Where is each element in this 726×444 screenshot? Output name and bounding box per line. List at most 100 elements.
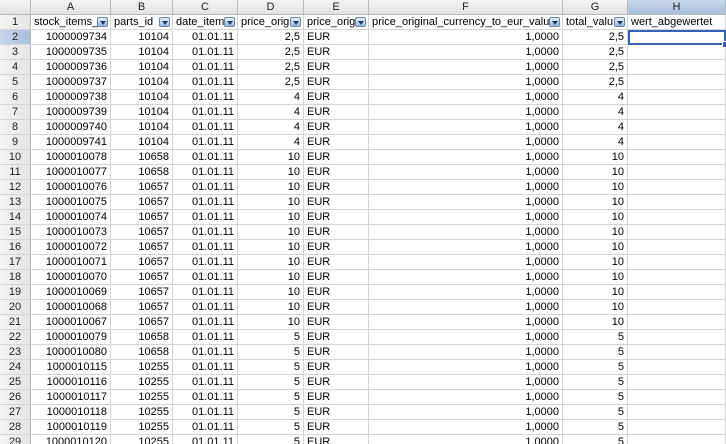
table-cell[interactable]: 01.01.11 <box>173 75 238 90</box>
table-cell[interactable]: 1,0000 <box>369 105 563 120</box>
table-cell[interactable]: 2,5 <box>238 45 304 60</box>
table-cell[interactable]: EUR <box>304 135 369 150</box>
table-cell[interactable]: 5 <box>563 405 628 420</box>
table-cell[interactable]: 1000009741 <box>31 135 111 150</box>
table-cell[interactable]: 01.01.11 <box>173 255 238 270</box>
row-number[interactable]: 17 <box>0 255 31 270</box>
fill-handle[interactable] <box>722 41 726 48</box>
table-cell[interactable]: 2,5 <box>563 60 628 75</box>
table-cell[interactable]: 5 <box>563 375 628 390</box>
table-cell[interactable]: 1000010071 <box>31 255 111 270</box>
table-cell[interactable]: 1,0000 <box>369 360 563 375</box>
table-cell[interactable]: 1000010080 <box>31 345 111 360</box>
table-cell[interactable]: 01.01.11 <box>173 180 238 195</box>
table-cell[interactable]: EUR <box>304 165 369 180</box>
table-cell[interactable] <box>628 255 726 270</box>
column-letter-f[interactable]: F <box>369 0 563 15</box>
table-cell[interactable]: EUR <box>304 420 369 435</box>
table-cell[interactable]: 1,0000 <box>369 30 563 45</box>
table-cell[interactable]: 10255 <box>111 375 173 390</box>
table-cell[interactable]: EUR <box>304 150 369 165</box>
table-cell[interactable]: 10 <box>563 315 628 330</box>
row-number[interactable]: 25 <box>0 375 31 390</box>
table-cell[interactable]: 5 <box>563 390 628 405</box>
table-cell[interactable]: EUR <box>304 225 369 240</box>
table-cell[interactable]: 1000010076 <box>31 180 111 195</box>
table-cell[interactable] <box>628 75 726 90</box>
table-cell[interactable] <box>628 270 726 285</box>
table-cell[interactable]: 10104 <box>111 45 173 60</box>
table-cell[interactable]: 01.01.11 <box>173 300 238 315</box>
table-cell[interactable]: 10 <box>238 165 304 180</box>
table-cell[interactable]: 5 <box>238 405 304 420</box>
column-letter-b[interactable]: B <box>111 0 173 15</box>
row-number[interactable]: 27 <box>0 405 31 420</box>
table-cell[interactable]: 01.01.11 <box>173 345 238 360</box>
column-header[interactable]: date_item <box>173 15 238 30</box>
table-cell[interactable]: 10 <box>563 240 628 255</box>
table-cell[interactable]: 01.01.11 <box>173 90 238 105</box>
table-cell[interactable]: 1000010077 <box>31 165 111 180</box>
table-cell[interactable] <box>628 390 726 405</box>
table-cell[interactable]: 10 <box>238 180 304 195</box>
row-number[interactable]: 28 <box>0 420 31 435</box>
table-cell[interactable]: 10657 <box>111 195 173 210</box>
table-cell[interactable]: 5 <box>238 375 304 390</box>
table-cell[interactable]: 2,5 <box>563 45 628 60</box>
row-number[interactable]: 16 <box>0 240 31 255</box>
table-cell[interactable]: 1000010068 <box>31 300 111 315</box>
column-letter-e[interactable]: E <box>304 0 369 15</box>
column-header[interactable]: total_valu <box>563 15 628 30</box>
table-cell[interactable]: 2,5 <box>563 30 628 45</box>
table-cell[interactable]: 10 <box>563 285 628 300</box>
table-cell[interactable]: 1,0000 <box>369 75 563 90</box>
table-cell[interactable]: 5 <box>563 330 628 345</box>
table-cell[interactable]: 1000010067 <box>31 315 111 330</box>
table-cell[interactable]: 4 <box>238 120 304 135</box>
table-cell[interactable]: 10104 <box>111 75 173 90</box>
table-cell[interactable]: 1,0000 <box>369 120 563 135</box>
table-cell[interactable]: 10 <box>563 180 628 195</box>
table-cell[interactable]: 10658 <box>111 330 173 345</box>
table-cell[interactable]: 1000010079 <box>31 330 111 345</box>
table-cell[interactable]: 01.01.11 <box>173 435 238 444</box>
table-cell[interactable]: 4 <box>238 90 304 105</box>
table-cell[interactable]: 1,0000 <box>369 420 563 435</box>
table-cell[interactable]: 01.01.11 <box>173 375 238 390</box>
filter-dropdown-icon[interactable] <box>614 17 625 27</box>
table-cell[interactable]: EUR <box>304 210 369 225</box>
table-cell[interactable]: 10657 <box>111 225 173 240</box>
table-cell[interactable]: 01.01.11 <box>173 120 238 135</box>
row-number[interactable]: 12 <box>0 180 31 195</box>
table-cell[interactable]: 01.01.11 <box>173 195 238 210</box>
table-cell[interactable]: 1000010073 <box>31 225 111 240</box>
table-cell[interactable]: 5 <box>238 390 304 405</box>
table-cell[interactable]: 10 <box>563 225 628 240</box>
table-cell[interactable]: 1000009736 <box>31 60 111 75</box>
spreadsheet-grid[interactable]: A B C D E F G H 1 stock_items_ parts_id date_item pr… <box>0 0 726 444</box>
column-header[interactable]: price_orig <box>238 15 304 30</box>
table-cell[interactable]: 10 <box>563 270 628 285</box>
table-cell[interactable] <box>628 210 726 225</box>
table-cell[interactable]: 01.01.11 <box>173 405 238 420</box>
row-number[interactable]: 14 <box>0 210 31 225</box>
column-header[interactable]: stock_items_ <box>31 15 111 30</box>
table-cell[interactable]: 1,0000 <box>369 390 563 405</box>
table-cell[interactable]: EUR <box>304 390 369 405</box>
table-cell[interactable] <box>628 45 726 60</box>
table-cell[interactable]: 01.01.11 <box>173 60 238 75</box>
table-cell[interactable]: 10 <box>563 210 628 225</box>
table-cell[interactable]: 2,5 <box>563 75 628 90</box>
row-number[interactable]: 21 <box>0 315 31 330</box>
table-cell[interactable]: 1,0000 <box>369 435 563 444</box>
table-cell[interactable]: 10104 <box>111 105 173 120</box>
table-cell[interactable]: EUR <box>304 255 369 270</box>
table-cell[interactable]: 10255 <box>111 360 173 375</box>
table-cell[interactable]: 10 <box>238 285 304 300</box>
column-header[interactable]: price_original_currency_to_eur_valu <box>369 15 563 30</box>
table-cell[interactable]: 10 <box>238 270 304 285</box>
table-cell[interactable]: 1000010115 <box>31 360 111 375</box>
table-cell[interactable]: 10657 <box>111 210 173 225</box>
table-cell[interactable]: 1000009737 <box>31 75 111 90</box>
table-cell[interactable]: EUR <box>304 90 369 105</box>
